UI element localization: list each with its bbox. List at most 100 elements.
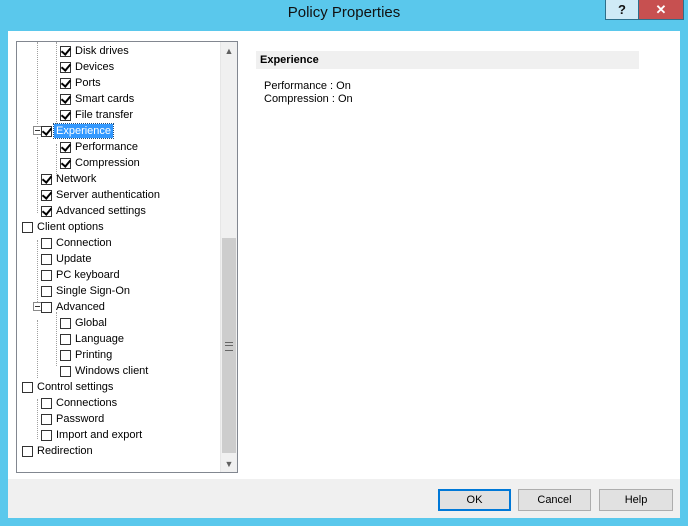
tree-item-label: Disk drives	[75, 45, 129, 57]
tree-item-label: PC keyboard	[56, 269, 120, 281]
tree-item-devices[interactable]: Devices	[60, 59, 116, 75]
checkbox[interactable]	[60, 349, 71, 361]
checkbox[interactable]	[41, 301, 52, 313]
checkbox[interactable]	[41, 397, 52, 409]
checkbox[interactable]	[60, 157, 71, 169]
tree-item-label: Server authentication	[56, 189, 160, 201]
checkbox[interactable]	[22, 381, 33, 393]
checkbox[interactable]	[60, 77, 71, 89]
tree-item-label: Connection	[56, 237, 112, 249]
tree-item-label: Network	[56, 173, 97, 185]
tree-item-label: Compression	[75, 157, 140, 169]
tree-item-label: Language	[75, 333, 124, 345]
tree-item-label: Devices	[75, 61, 115, 73]
checkbox[interactable]	[60, 333, 71, 345]
checkbox[interactable]	[60, 365, 71, 377]
checkbox[interactable]	[41, 189, 52, 201]
checkbox[interactable]	[22, 445, 33, 457]
tree-item-connection[interactable]: Connection	[41, 235, 114, 251]
tree-item-disk-drives[interactable]: Disk drives	[60, 43, 131, 59]
dialog-client-area: Disk drives Devices Ports Smart cards Fi…	[8, 31, 680, 518]
tree-item-compression[interactable]: Compression	[60, 155, 142, 171]
tree-item-network[interactable]: Network	[41, 171, 98, 187]
policy-properties-window: Policy Properties ? ✕ Disk drives Device…	[0, 0, 688, 526]
tree-item-language[interactable]: Language	[60, 331, 126, 347]
tree-item-single-sign-on[interactable]: Single Sign-On	[41, 283, 132, 299]
checkbox[interactable]	[60, 317, 71, 329]
checkbox[interactable]	[41, 269, 52, 281]
checkbox[interactable]	[60, 45, 71, 57]
tree-item-label: Global	[75, 317, 107, 329]
checkbox[interactable]	[41, 205, 52, 217]
tree-item-connections[interactable]: Connections	[41, 395, 119, 411]
tree-item-label: Experience	[52, 123, 115, 139]
tree-item-password[interactable]: Password	[41, 411, 106, 427]
tree-item-server-authentication[interactable]: Server authentication	[41, 187, 162, 203]
scroll-down-icon[interactable]: ▼	[221, 455, 237, 472]
checkbox[interactable]	[22, 221, 33, 233]
checkbox[interactable]	[41, 429, 52, 441]
tree-item-label: Client options	[37, 221, 104, 233]
scroll-up-icon[interactable]: ▲	[221, 42, 237, 59]
tree-item-pc-keyboard[interactable]: PC keyboard	[41, 267, 122, 283]
tree-item-label: Performance	[75, 141, 138, 153]
checkbox[interactable]	[41, 125, 52, 137]
tree-item-advanced[interactable]: Advanced	[41, 299, 107, 315]
tree-item-advanced-settings[interactable]: Advanced settings	[41, 203, 148, 219]
checkbox[interactable]	[41, 413, 52, 425]
tree-item-label: Printing	[75, 349, 113, 361]
content-area: Disk drives Devices Ports Smart cards Fi…	[8, 31, 680, 479]
tree-item-performance[interactable]: Performance	[60, 139, 140, 155]
grip-icon	[225, 342, 233, 351]
property-compression: Compression : On	[264, 93, 353, 105]
tree-connector	[37, 240, 38, 310]
tree-item-client-options[interactable]: Client options	[22, 219, 106, 235]
tree-connector	[37, 399, 38, 439]
tree-connector	[37, 42, 38, 124]
checkbox[interactable]	[60, 141, 71, 153]
scroll-thumb[interactable]	[222, 238, 236, 453]
tree-item-label: Advanced settings	[56, 205, 146, 217]
cancel-button[interactable]: Cancel	[518, 489, 591, 511]
checkbox[interactable]	[60, 61, 71, 73]
tree-item-label: Smart cards	[75, 93, 135, 105]
checkbox[interactable]	[41, 285, 52, 297]
help-title-button[interactable]: ?	[605, 0, 639, 20]
tree-item-label: Redirection	[37, 445, 93, 457]
tree-item-label: Connections	[56, 397, 118, 409]
checkbox[interactable]	[41, 253, 52, 265]
details-header: Experience	[256, 51, 639, 69]
tree-connector	[56, 312, 57, 366]
ok-button[interactable]: OK	[438, 489, 511, 511]
checkbox[interactable]	[41, 237, 52, 249]
tree-item-printing[interactable]: Printing	[60, 347, 114, 363]
tree-connector	[56, 42, 57, 128]
tree-list: Disk drives Devices Ports Smart cards Fi…	[17, 42, 220, 472]
tree-item-global[interactable]: Global	[60, 315, 109, 331]
tree-item-label: File transfer	[75, 109, 134, 121]
checkbox[interactable]	[41, 173, 52, 185]
tree-item-label: Control settings	[37, 381, 114, 393]
tree-item-smart-cards[interactable]: Smart cards	[60, 91, 136, 107]
window-title: Policy Properties	[287, 4, 401, 21]
tree-item-redirection[interactable]: Redirection	[22, 443, 95, 459]
checkbox[interactable]	[60, 109, 71, 121]
tree-connector	[37, 320, 38, 378]
tree-item-experience[interactable]: Experience	[41, 123, 115, 139]
help-button[interactable]: Help	[599, 489, 673, 511]
tree-item-label: Ports	[75, 77, 101, 89]
tree-item-ports[interactable]: Ports	[60, 75, 103, 91]
close-button[interactable]: ✕	[638, 0, 684, 20]
tree-item-import-and-export[interactable]: Import and export	[41, 427, 144, 443]
tree-item-windows-client[interactable]: Windows client	[60, 363, 150, 379]
tree-scrollbar[interactable]: ▲ ▼	[220, 42, 237, 472]
tree-item-update[interactable]: Update	[41, 251, 93, 267]
checkbox[interactable]	[60, 93, 71, 105]
title-bar[interactable]: Policy Properties ? ✕	[0, 0, 688, 31]
tree-item-label: Password	[56, 413, 105, 425]
tree-item-label: Advanced	[56, 301, 105, 313]
tree-item-file-transfer[interactable]: File transfer	[60, 107, 135, 123]
tree-item-control-settings[interactable]: Control settings	[22, 379, 115, 395]
tree-connector	[37, 137, 38, 213]
tree-item-label: Import and export	[56, 429, 143, 441]
